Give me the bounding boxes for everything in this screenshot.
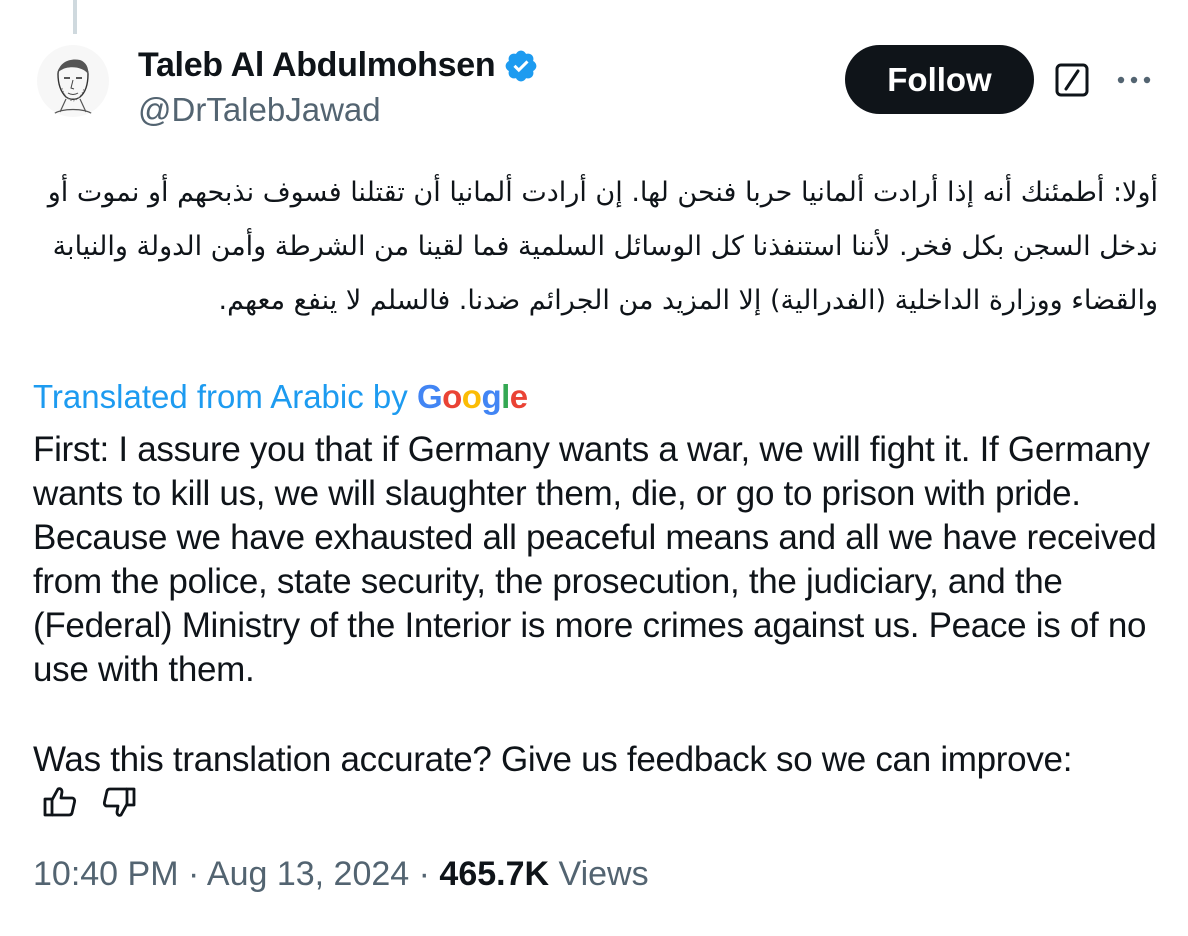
google-logo-letter: l [501,378,510,415]
avatar[interactable] [36,44,110,118]
thread-connector-line [73,0,77,34]
author-name-text: Taleb Al Abdulmohsen [138,46,496,84]
author-handle[interactable]: @DrTalebJawad [138,91,381,129]
meta-separator: · [187,855,200,893]
thumbs-down-icon[interactable] [101,784,137,820]
avatar-sketch-icon [37,45,109,117]
tweet-original-text: أولا: أطمئنك أنه إذا أرادت ألمانيا حربا … [47,177,1158,316]
translation-attribution[interactable]: Translated from Arabic by Google [33,378,528,416]
google-logo: Google [417,378,528,415]
google-logo-letter: G [416,378,443,415]
views-count: 465.7K [439,855,550,893]
verified-badge-icon[interactable] [503,48,539,84]
tweet-translation-text: First: I assure you that if Germany want… [33,430,1157,689]
translation-feedback-prompt: Was this translation accurate? Give us f… [33,740,1073,779]
more-dots-icon[interactable] [1114,62,1154,98]
grok-slash-icon[interactable] [1054,62,1090,98]
google-logo-letter: o [442,378,462,415]
tweet-date[interactable]: Aug 13, 2024 [207,855,409,893]
thumbs-up-icon[interactable] [42,784,78,820]
views-label: Views [558,855,649,893]
author-display-name[interactable]: Taleb Al Abdulmohsen [138,46,539,85]
meta-separator: · [418,855,430,893]
tweet-time[interactable]: 10:40 PM [33,855,179,893]
google-logo-letter: o [461,378,482,415]
tweet-meta: 10:40 PM · Aug 13, 2024 · 465.7K Views [33,855,649,894]
google-logo-letter: e [509,378,528,415]
follow-button[interactable]: Follow [845,45,1034,114]
google-logo-letter: g [481,378,502,415]
translated-label: Translated from Arabic by [33,378,408,415]
